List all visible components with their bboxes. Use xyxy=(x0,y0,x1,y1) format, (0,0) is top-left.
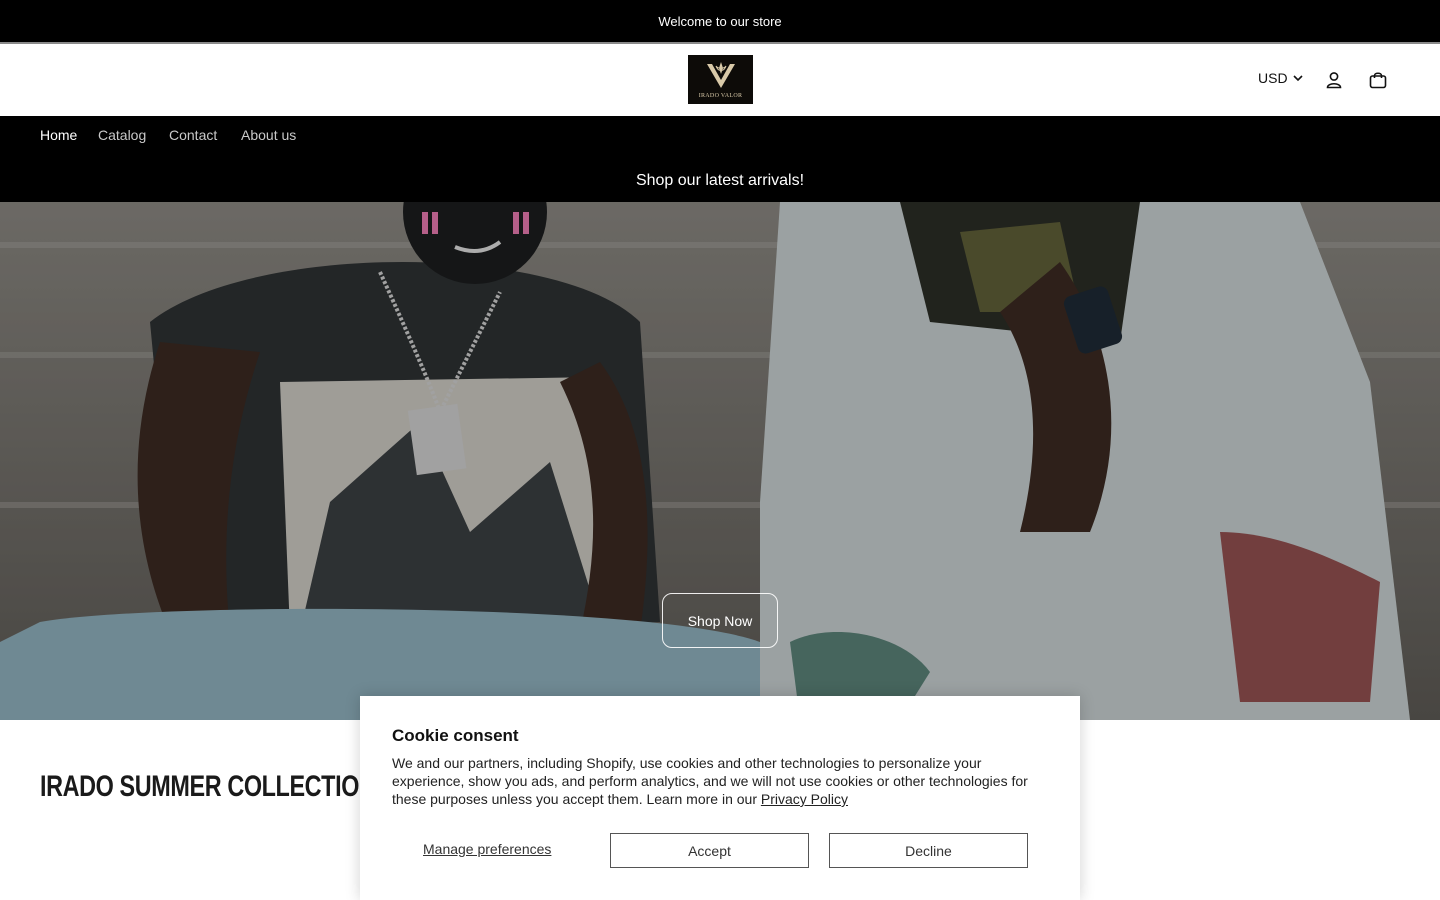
cookie-consent-banner: Cookie consent We and our partners, incl… xyxy=(360,696,1080,900)
brand-logo[interactable]: IRADO VALOR xyxy=(688,55,753,104)
currency-value: USD xyxy=(1258,70,1288,86)
shop-now-button[interactable]: Shop Now xyxy=(662,593,778,648)
chevron-down-icon xyxy=(1292,75,1303,82)
cookie-description: We and our partners, including Shopify, … xyxy=(392,754,1052,808)
nav-item-contact[interactable]: Contact xyxy=(169,127,217,143)
announcement-bar: Welcome to our store xyxy=(0,0,1440,42)
cookie-title: Cookie consent xyxy=(392,726,519,745)
accept-button[interactable]: Accept xyxy=(610,833,809,868)
logo-emblem-icon xyxy=(706,62,735,88)
announcement-text: Welcome to our store xyxy=(658,13,782,29)
account-button[interactable] xyxy=(1322,68,1346,92)
cart-button[interactable] xyxy=(1366,68,1390,92)
decline-button[interactable]: Decline xyxy=(829,833,1028,868)
nav-item-catalog[interactable]: Catalog xyxy=(98,127,146,143)
logo-text: IRADO VALOR xyxy=(698,93,743,99)
hero-banner: Shop Now xyxy=(0,202,1440,720)
account-icon xyxy=(1326,72,1342,89)
cart-icon xyxy=(1369,72,1387,89)
currency-selector[interactable]: USD xyxy=(1258,70,1304,86)
manage-preferences-link[interactable]: Manage preferences xyxy=(423,841,551,857)
site-header: IRADO VALOR USD xyxy=(0,44,1440,116)
promo-banner: Shop our latest arrivals! xyxy=(0,160,1440,202)
collection-title: IRADO SUMMER COLLECTION xyxy=(40,770,376,803)
nav-item-about-us[interactable]: About us xyxy=(241,127,296,143)
main-navigation: Home Catalog Contact About us xyxy=(0,116,1440,160)
privacy-policy-link[interactable]: Privacy Policy xyxy=(761,791,848,807)
cookie-body: We and our partners, including Shopify, … xyxy=(392,755,1028,807)
nav-item-home[interactable]: Home xyxy=(40,127,77,143)
promo-text: Shop our latest arrivals! xyxy=(635,172,805,189)
